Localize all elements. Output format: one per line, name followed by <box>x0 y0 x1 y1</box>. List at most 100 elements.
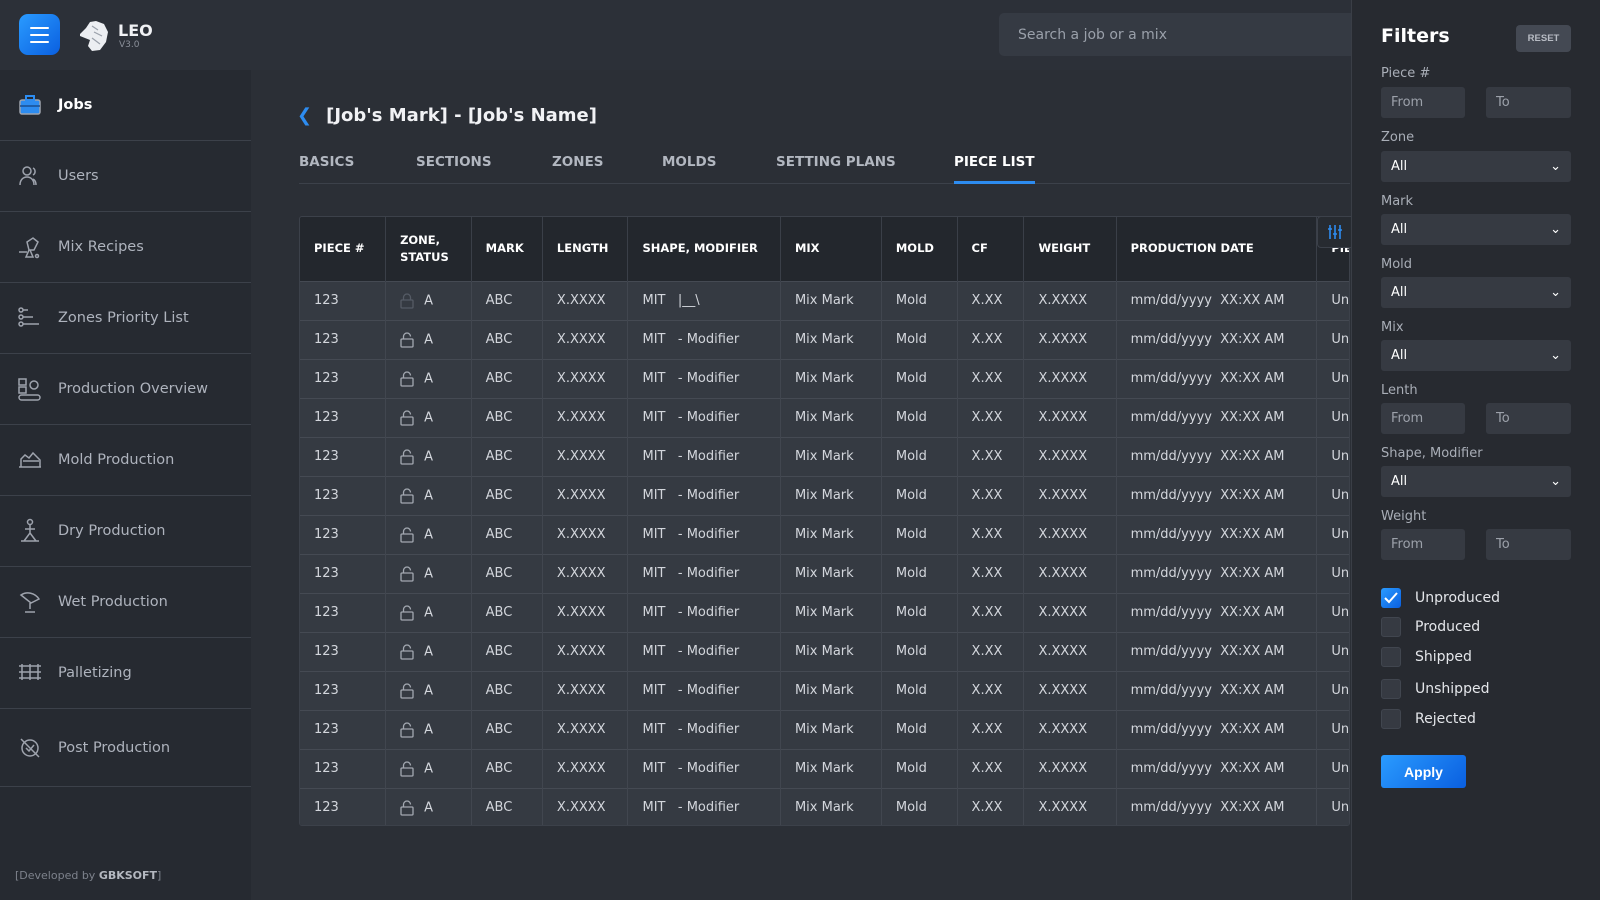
zone-select[interactable]: All ⌄ <box>1381 151 1571 182</box>
checkbox-unshipped[interactable]: Unshipped <box>1381 679 1489 699</box>
unlock-icon[interactable] <box>400 721 424 738</box>
table-row[interactable]: 123 A ABC X.XXXX MIT |__\ Mix Mark Mold X.XX X.X… <box>300 280 1349 320</box>
search-input[interactable] <box>999 13 1359 56</box>
sidebar-item-users[interactable]: Users <box>0 141 251 212</box>
table-cell: Unpalletized <box>1316 709 1349 749</box>
checkbox-shipped[interactable]: Shipped <box>1381 647 1472 667</box>
apply-button[interactable]: Apply <box>1381 755 1466 788</box>
unlock-icon[interactable] <box>400 487 424 504</box>
checkbox-label: Produced <box>1415 619 1481 635</box>
column-header[interactable]: MARK <box>471 217 543 281</box>
sidebar-item-mold-production[interactable]: Mold Production <box>0 425 251 496</box>
table-cell: ABC <box>471 319 543 359</box>
unlock-icon[interactable] <box>400 370 424 387</box>
column-header[interactable]: MOLD <box>881 217 958 281</box>
table-cell: Mold <box>881 709 958 749</box>
checkbox-produced[interactable]: Produced <box>1381 617 1480 637</box>
table-row[interactable]: 123 A ABC X.XXXX MIT - Modifier Mix Mark Mold X… <box>300 436 1349 476</box>
table-row[interactable]: 123 A ABC X.XXXX MIT - Modifier Mix Mark Mold X… <box>300 748 1349 788</box>
column-header[interactable]: LENGTH <box>542 217 629 281</box>
sidebar-item-label: Palletizing <box>58 665 132 681</box>
sidebar-item-post-production[interactable]: Post Production <box>0 709 251 787</box>
sidebar-item-production-overview[interactable]: Production Overview <box>0 354 251 425</box>
column-header[interactable]: PIECE # <box>300 217 387 281</box>
unlock-icon[interactable] <box>400 409 424 426</box>
table-row[interactable]: 123 A ABC X.XXXX MIT - Modifier Mix Mark Mold X… <box>300 397 1349 437</box>
table-cell: 123 <box>300 631 387 671</box>
unlock-icon[interactable] <box>400 565 424 582</box>
piece-to-input[interactable] <box>1486 87 1571 118</box>
table-row[interactable]: 123 A ABC X.XXXX MIT - Modifier Mix Mark Mold X… <box>300 787 1349 825</box>
unlock-icon[interactable] <box>400 682 424 699</box>
length-to-input[interactable] <box>1486 403 1571 434</box>
unlock-icon[interactable] <box>400 800 424 816</box>
sidebar-item-wet-production[interactable]: Wet Production <box>0 567 251 638</box>
column-header[interactable]: MIX <box>780 217 882 281</box>
table-row[interactable]: 123 A ABC X.XXXX MIT - Modifier Mix Mark Mold X… <box>300 670 1349 710</box>
checkbox-box[interactable] <box>1381 679 1401 699</box>
mold-icon <box>19 451 41 468</box>
table-row[interactable]: 123 A ABC X.XXXX MIT - Modifier Mix Mark Mold X… <box>300 514 1349 554</box>
tab-setting-plans[interactable]: SETTING PLANS <box>776 154 896 184</box>
unlock-icon[interactable] <box>400 604 424 621</box>
sidebar-item-mix-recipes[interactable]: Mix Recipes <box>0 212 251 283</box>
column-header[interactable]: PRODUCTION DATE <box>1116 217 1318 281</box>
sidebar-item-dry-production[interactable]: Dry Production <box>0 496 251 567</box>
mix-select[interactable]: All ⌄ <box>1381 340 1571 371</box>
weight-to-input[interactable] <box>1486 529 1571 560</box>
weight-from-input[interactable] <box>1381 529 1465 560</box>
table-row[interactable]: 123 A ABC X.XXXX MIT - Modifier Mix Mark Mold X… <box>300 475 1349 515</box>
checkbox-box[interactable] <box>1381 647 1401 667</box>
menu-button[interactable] <box>19 14 60 55</box>
checkbox-box[interactable] <box>1381 588 1401 608</box>
checkbox-box[interactable] <box>1381 709 1401 729</box>
table-cell: X.XXXX <box>1023 358 1117 398</box>
shape-select[interactable]: All ⌄ <box>1381 466 1571 497</box>
sidebar-item-zones-priority-list[interactable]: Zones Priority List <box>0 283 251 354</box>
table-row[interactable]: 123 A ABC X.XXXX MIT - Modifier Mix Mark Mold X… <box>300 709 1349 749</box>
back-chevron-icon[interactable]: ❮ <box>297 105 312 126</box>
column-header[interactable]: SHAPE, MODIFIER <box>627 217 781 281</box>
unlock-icon[interactable] <box>400 760 424 777</box>
shape-modifier-cell: MIT - Modifier <box>627 358 781 398</box>
reset-button[interactable]: RESET <box>1516 25 1571 52</box>
table-cell: mm/dd/yyyy XX:XX AM <box>1116 319 1318 359</box>
piece-from-input[interactable] <box>1381 87 1465 118</box>
unlock-icon[interactable] <box>400 448 424 465</box>
mark-select[interactable]: All ⌄ <box>1381 214 1571 245</box>
table-cell: Mix Mark <box>780 553 882 593</box>
checkbox-unproduced[interactable]: Unproduced <box>1381 588 1500 608</box>
table-row[interactable]: 123 A ABC X.XXXX MIT - Modifier Mix Mark Mold X… <box>300 592 1349 632</box>
table-cell: ABC <box>471 670 543 710</box>
tab-piece-list[interactable]: PIECE LIST <box>954 154 1035 184</box>
filter-toggle-button[interactable] <box>1317 216 1351 248</box>
sidebar-item-jobs[interactable]: Jobs <box>0 70 251 141</box>
mold-select[interactable]: All ⌄ <box>1381 277 1571 308</box>
table-cell: X.XXXX <box>1023 553 1117 593</box>
column-header[interactable]: CF <box>957 217 1025 281</box>
table-row[interactable]: 123 A ABC X.XXXX MIT - Modifier Mix Mark Mold X… <box>300 358 1349 398</box>
lock-icon[interactable] <box>400 292 424 309</box>
table-row[interactable]: 123 A ABC X.XXXX MIT - Modifier Mix Mark Mold X… <box>300 319 1349 359</box>
unlock-icon[interactable] <box>400 331 424 348</box>
length-from-input[interactable] <box>1381 403 1465 434</box>
tab-sections[interactable]: SECTIONS <box>416 154 492 184</box>
table-cell: X.XXXX <box>1023 631 1117 671</box>
sidebar-item-label: Dry Production <box>58 523 166 539</box>
table-row[interactable]: 123 A ABC X.XXXX MIT - Modifier Mix Mark Mold X… <box>300 631 1349 671</box>
checkbox-rejected[interactable]: Rejected <box>1381 709 1476 729</box>
sidebar-item-palletizing[interactable]: Palletizing <box>0 638 251 709</box>
shape-label: Shape, Modifier <box>1381 446 1483 461</box>
checkbox-box[interactable] <box>1381 617 1401 637</box>
tab-basics[interactable]: BASICS <box>299 154 354 184</box>
table-row[interactable]: 123 A ABC X.XXXX MIT - Modifier Mix Mark Mold X… <box>300 553 1349 593</box>
tab-zones[interactable]: ZONES <box>552 154 604 184</box>
column-header[interactable]: WEIGHT <box>1023 217 1117 281</box>
table-cell: mm/dd/yyyy XX:XX AM <box>1116 709 1318 749</box>
unlock-icon[interactable] <box>400 643 424 660</box>
tab-molds[interactable]: MOLDS <box>662 154 716 184</box>
sidebar-item-label: Zones Priority List <box>58 310 189 326</box>
unlock-icon[interactable] <box>400 526 424 543</box>
column-header[interactable]: ZONE, STATUS <box>385 217 472 281</box>
table-cell: Unpalletized <box>1316 787 1349 825</box>
